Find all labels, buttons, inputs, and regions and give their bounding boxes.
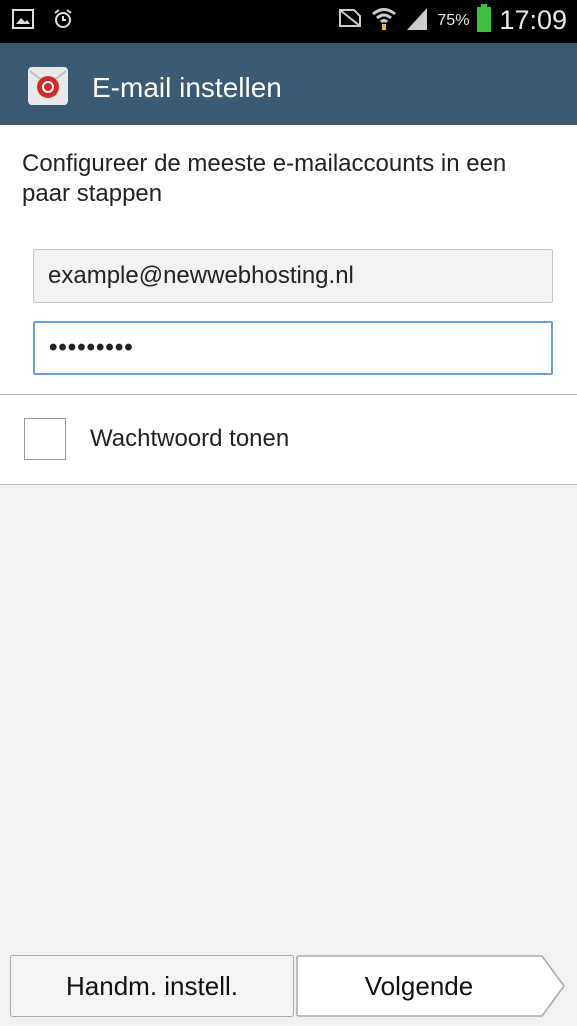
show-password-row[interactable]: Wachtwoord tonen	[0, 395, 577, 484]
signal-icon	[405, 5, 429, 36]
show-password-checkbox[interactable]	[24, 418, 66, 460]
battery-icon	[477, 4, 492, 37]
wifi-icon	[371, 5, 397, 36]
email-app-icon[interactable]	[28, 67, 68, 110]
screen-title: E-mail instellen	[92, 72, 282, 103]
gallery-icon	[12, 9, 34, 34]
next-button[interactable]: Volgende	[296, 955, 566, 1017]
alarm-icon	[52, 8, 74, 35]
show-password-label: Wachtwoord tonen	[90, 425, 290, 452]
battery-percent: 75%	[437, 11, 470, 29]
status-bar: 75% 17:09	[0, 0, 577, 43]
action-bar: E-mail instellen	[0, 43, 577, 125]
status-time: 17:09	[499, 5, 567, 35]
password-field[interactable]: •••••••••	[33, 321, 553, 375]
no-sim-icon	[337, 7, 363, 34]
account-setup-form: Configureer de meeste e-mailaccounts in …	[0, 125, 577, 395]
manual-setup-button[interactable]: Handm. instell.	[10, 955, 294, 1017]
divider	[0, 484, 577, 485]
intro-text: Configureer de meeste e-mailaccounts in …	[22, 150, 507, 207]
email-field[interactable]: example@newwebhosting.nl	[33, 249, 553, 303]
next-button-label: Volgende	[364, 970, 474, 1001]
